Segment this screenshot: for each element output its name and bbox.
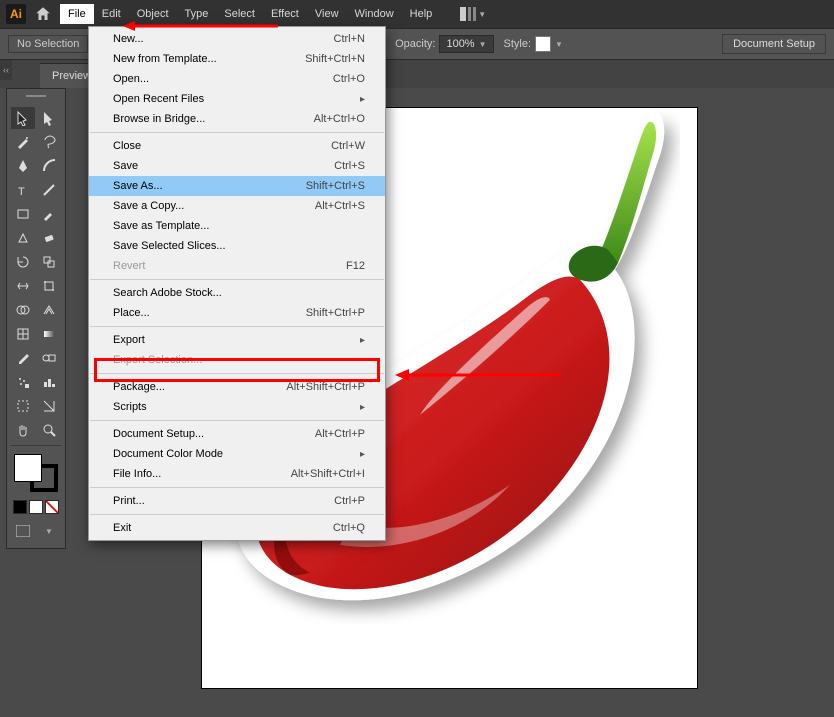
menu-item-export-selection: Export Selection... [89, 350, 385, 370]
menu-item-save[interactable]: SaveCtrl+S [89, 156, 385, 176]
menu-effect[interactable]: Effect [263, 4, 307, 24]
color-mode-swatch[interactable] [45, 500, 59, 514]
magic-wand-tool[interactable] [11, 131, 35, 153]
menu-item-open-recent-files[interactable]: Open Recent Files [89, 89, 385, 109]
panel-grip[interactable] [11, 95, 61, 103]
screen-mode-normal[interactable] [11, 520, 35, 542]
menu-separator [90, 514, 384, 515]
menu-select[interactable]: Select [216, 4, 263, 24]
lasso-tool[interactable] [37, 131, 61, 153]
menu-item-package[interactable]: Package...Alt+Shift+Ctrl+P [89, 377, 385, 397]
menubar: FileEditObjectTypeSelectEffectViewWindow… [60, 4, 440, 24]
opacity-label: Opacity: [395, 38, 435, 50]
menu-item-close[interactable]: CloseCtrl+W [89, 136, 385, 156]
app-logo: Ai [6, 4, 26, 24]
menu-item-exit[interactable]: ExitCtrl+Q [89, 518, 385, 538]
scale-tool[interactable] [37, 251, 61, 273]
menu-view[interactable]: View [307, 4, 347, 24]
mesh-tool[interactable] [11, 323, 35, 345]
menu-item-open[interactable]: Open...Ctrl+O [89, 69, 385, 89]
menu-file[interactable]: File [60, 4, 94, 24]
color-mode-swatch[interactable] [29, 500, 43, 514]
menu-separator [90, 279, 384, 280]
menu-window[interactable]: Window [347, 4, 402, 24]
app-topbar: Ai FileEditObjectTypeSelectEffectViewWin… [0, 0, 834, 28]
menu-item-revert: RevertF12 [89, 256, 385, 276]
shape-builder-tool[interactable] [11, 299, 35, 321]
menu-item-search-adobe-stock[interactable]: Search Adobe Stock... [89, 283, 385, 303]
style-label: Style: [504, 38, 532, 50]
menu-help[interactable]: Help [402, 4, 441, 24]
menu-separator [90, 487, 384, 488]
fill-stroke-control[interactable] [12, 452, 60, 494]
menu-item-file-info[interactable]: File Info...Alt+Shift+Ctrl+I [89, 464, 385, 484]
menu-item-place[interactable]: Place...Shift+Ctrl+P [89, 303, 385, 323]
menu-object[interactable]: Object [129, 4, 177, 24]
menu-separator [90, 373, 384, 374]
selection-indicator: No Selection [8, 35, 88, 53]
shaper-tool[interactable] [11, 227, 35, 249]
fill-color[interactable] [14, 454, 42, 482]
blend-tool[interactable] [37, 347, 61, 369]
free-transform-tool[interactable] [37, 275, 61, 297]
slice-tool[interactable] [37, 395, 61, 417]
eyedropper-tool[interactable] [11, 347, 35, 369]
menu-item-browse-in-bridge[interactable]: Browse in Bridge...Alt+Ctrl+O [89, 109, 385, 129]
workspace-switcher[interactable]: ▼ [460, 7, 486, 21]
rotate-tool[interactable] [11, 251, 35, 273]
menu-item-scripts[interactable]: Scripts [89, 397, 385, 417]
svg-text:T: T [18, 186, 25, 198]
menu-separator [90, 132, 384, 133]
type-tool[interactable]: T [11, 179, 35, 201]
hand-tool[interactable] [11, 419, 35, 441]
menu-item-new-from-template[interactable]: New from Template...Shift+Ctrl+N [89, 49, 385, 69]
document-setup-button[interactable]: Document Setup [722, 34, 826, 54]
rectangle-tool[interactable] [11, 203, 35, 225]
toolbox: T ▼ [6, 88, 66, 549]
color-mode-swatch[interactable] [13, 500, 27, 514]
symbol-sprayer-tool[interactable] [11, 371, 35, 393]
column-graph-tool[interactable] [37, 371, 61, 393]
menu-item-document-color-mode[interactable]: Document Color Mode [89, 444, 385, 464]
menu-edit[interactable]: Edit [94, 4, 129, 24]
curvature-tool[interactable] [37, 155, 61, 177]
zoom-tool[interactable] [37, 419, 61, 441]
panel-collapse-toggle[interactable]: ‹‹ [0, 60, 12, 80]
file-menu-dropdown: New...Ctrl+NNew from Template...Shift+Ct… [88, 26, 386, 541]
selection-tool[interactable] [11, 107, 35, 129]
screen-mode-dropdown[interactable]: ▼ [37, 520, 61, 542]
home-icon[interactable] [34, 5, 52, 23]
style-swatch[interactable] [535, 36, 551, 52]
paintbrush-tool[interactable] [37, 203, 61, 225]
menu-separator [90, 326, 384, 327]
perspective-tool[interactable] [37, 299, 61, 321]
menu-item-export[interactable]: Export [89, 330, 385, 350]
opacity-field[interactable]: 100%▼ [439, 35, 493, 53]
pen-tool[interactable] [11, 155, 35, 177]
gradient-tool[interactable] [37, 323, 61, 345]
artboard-tool[interactable] [11, 395, 35, 417]
menu-item-save-a-copy[interactable]: Save a Copy...Alt+Ctrl+S [89, 196, 385, 216]
direct-selection-tool[interactable] [37, 107, 61, 129]
menu-item-print[interactable]: Print...Ctrl+P [89, 491, 385, 511]
menu-separator [90, 420, 384, 421]
menu-item-document-setup[interactable]: Document Setup...Alt+Ctrl+P [89, 424, 385, 444]
menu-type[interactable]: Type [177, 4, 217, 24]
menu-item-save-selected-slices[interactable]: Save Selected Slices... [89, 236, 385, 256]
width-tool[interactable] [11, 275, 35, 297]
menu-item-new[interactable]: New...Ctrl+N [89, 29, 385, 49]
menu-item-save-as[interactable]: Save As...Shift+Ctrl+S [89, 176, 385, 196]
eraser-tool[interactable] [37, 227, 61, 249]
line-tool[interactable] [37, 179, 61, 201]
menu-item-save-as-template[interactable]: Save as Template... [89, 216, 385, 236]
